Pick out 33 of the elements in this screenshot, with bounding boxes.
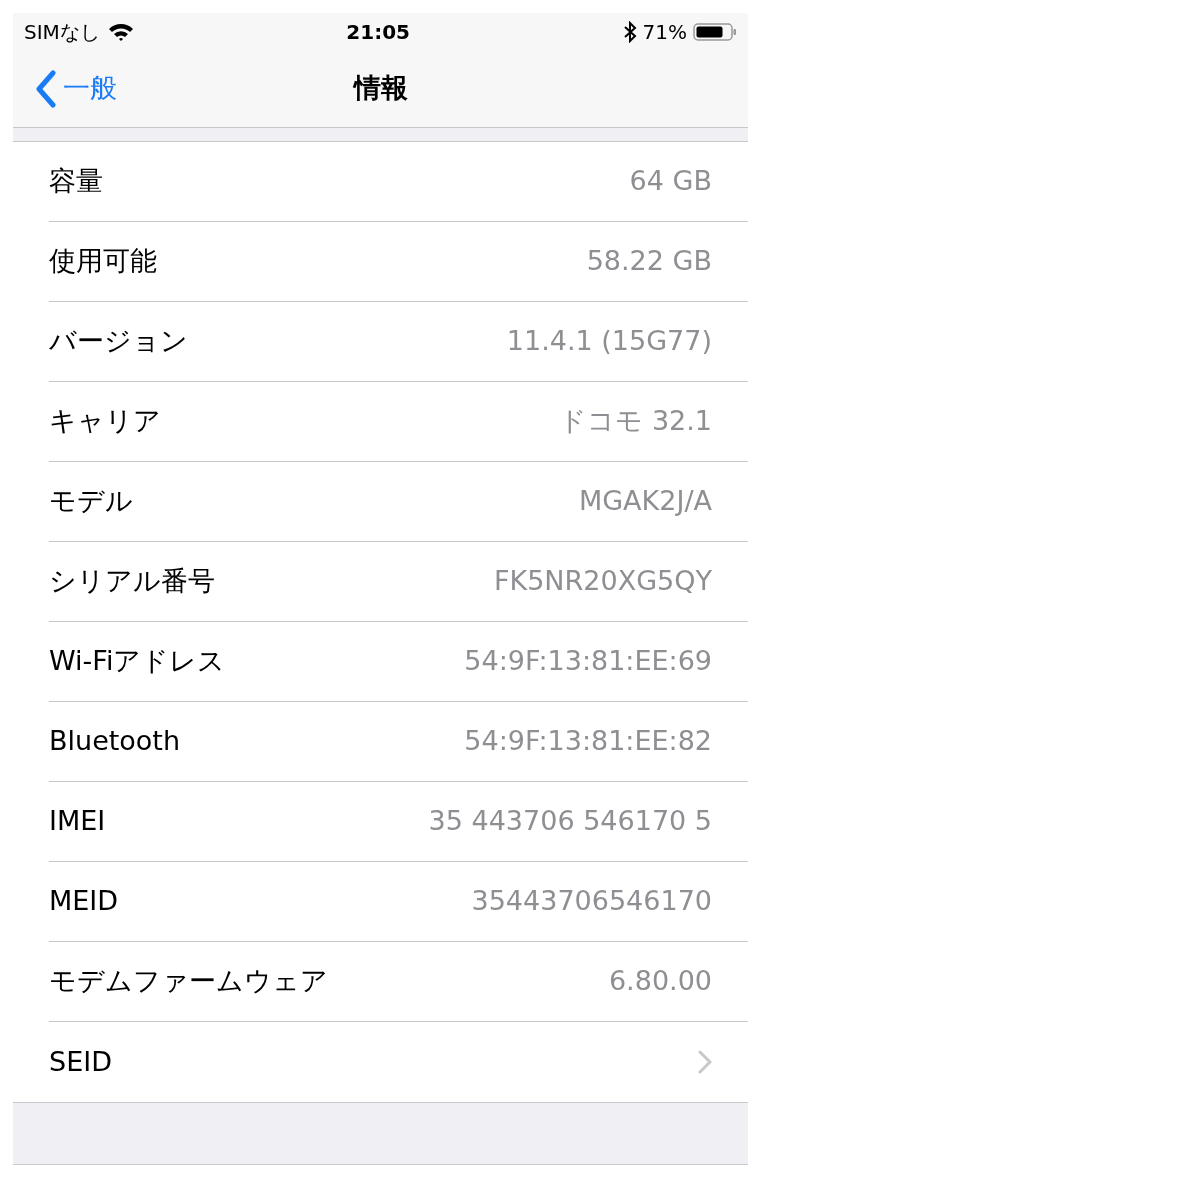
row-label: MEID bbox=[49, 884, 119, 919]
battery-percent: 71% bbox=[642, 18, 687, 46]
carrier-label: SIMなし bbox=[24, 18, 100, 46]
row-value: MGAK2J/A bbox=[578, 484, 712, 519]
row-value: ドコモ 32.1 bbox=[559, 404, 712, 439]
bluetooth-icon bbox=[622, 20, 637, 43]
wifi-icon bbox=[107, 21, 134, 42]
row-label: IMEI bbox=[49, 804, 106, 839]
row-value: 54:9F:13:81:EE:82 bbox=[464, 724, 712, 759]
row-value: 6.80.00 bbox=[608, 964, 712, 999]
row-label: シリアル番号 bbox=[49, 564, 215, 599]
chevron-left-icon bbox=[35, 69, 57, 108]
row-value: 58.22 GB bbox=[586, 244, 712, 279]
row-label: Wi-Fiアドレス bbox=[49, 644, 226, 679]
row-value: 35443706546170 bbox=[471, 884, 712, 919]
row-value: 11.4.1 (15G77) bbox=[506, 324, 712, 359]
row-label: Bluetooth bbox=[49, 724, 181, 759]
row-value: 64 GB bbox=[629, 164, 712, 199]
row-label: バージョン bbox=[49, 324, 188, 359]
row-label: 容量 bbox=[49, 164, 103, 199]
row-value: FK5NR20XG5QY bbox=[493, 564, 712, 599]
clock-time: 21:05 bbox=[346, 18, 411, 46]
chevron-right-icon[interactable] bbox=[698, 1050, 712, 1074]
back-button[interactable]: 一般 bbox=[13, 68, 117, 109]
row-label: SEID bbox=[49, 1044, 112, 1079]
row-label: 使用可能 bbox=[49, 244, 157, 279]
page-title: 情報 bbox=[353, 71, 408, 106]
row-value: 35 443706 546170 5 bbox=[428, 804, 712, 839]
row-label: モデムファームウェア bbox=[49, 964, 328, 999]
row-label: キャリア bbox=[49, 404, 161, 439]
row-label: モデル bbox=[49, 484, 133, 519]
row-value: 54:9F:13:81:EE:69 bbox=[464, 644, 712, 679]
battery-icon bbox=[693, 21, 737, 42]
